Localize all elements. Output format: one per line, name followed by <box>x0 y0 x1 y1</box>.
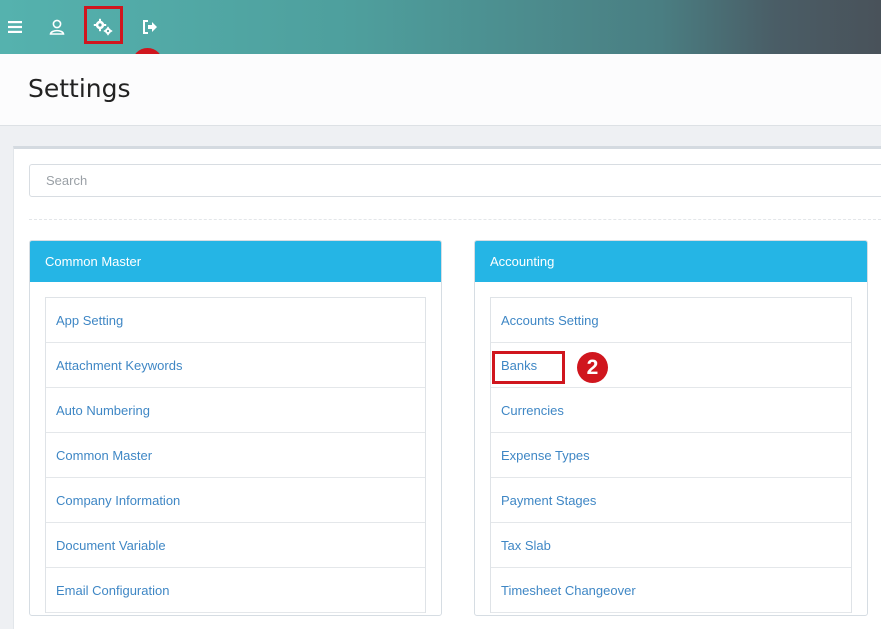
list-item-common-master[interactable]: Common Master <box>46 433 425 478</box>
settings-list: App Setting Attachment Keywords Auto Num… <box>45 297 426 613</box>
list-item-email-configuration[interactable]: Email Configuration <box>46 568 425 613</box>
list-item-timesheet-changeover[interactable]: Timesheet Changeover <box>491 568 851 613</box>
panel-accounting: Accounting Accounts Setting Banks Curren… <box>474 240 868 616</box>
divider <box>29 219 881 220</box>
panel-header: Common Master <box>30 241 441 282</box>
list-item-attachment-keywords[interactable]: Attachment Keywords <box>46 343 425 388</box>
logout-icon[interactable] <box>135 12 165 42</box>
list-item-expense-types[interactable]: Expense Types <box>491 433 851 478</box>
step-badge-2: 2 <box>577 352 608 383</box>
list-item-company-information[interactable]: Company Information <box>46 478 425 523</box>
panel-header: Accounting <box>475 241 867 282</box>
list-item-tax-slab[interactable]: Tax Slab <box>491 523 851 568</box>
list-item-document-variable[interactable]: Document Variable <box>46 523 425 568</box>
search-input[interactable] <box>29 164 881 197</box>
list-item-app-setting[interactable]: App Setting <box>46 298 425 343</box>
top-navbar <box>0 0 881 54</box>
page-header: Settings <box>0 54 881 126</box>
highlight-box-banks <box>492 351 565 384</box>
list-item-auto-numbering[interactable]: Auto Numbering <box>46 388 425 433</box>
highlight-box-settings <box>84 6 123 44</box>
list-item-accounts-setting[interactable]: Accounts Setting <box>491 298 851 343</box>
list-item-currencies[interactable]: Currencies <box>491 388 851 433</box>
page-title: Settings <box>28 74 131 103</box>
list-item-payment-stages[interactable]: Payment Stages <box>491 478 851 523</box>
menu-icon[interactable] <box>0 12 30 42</box>
user-icon[interactable] <box>42 12 72 42</box>
settings-list: Accounts Setting Banks Currencies Expens… <box>490 297 852 613</box>
panel-common-master: Common Master App Setting Attachment Key… <box>29 240 442 616</box>
